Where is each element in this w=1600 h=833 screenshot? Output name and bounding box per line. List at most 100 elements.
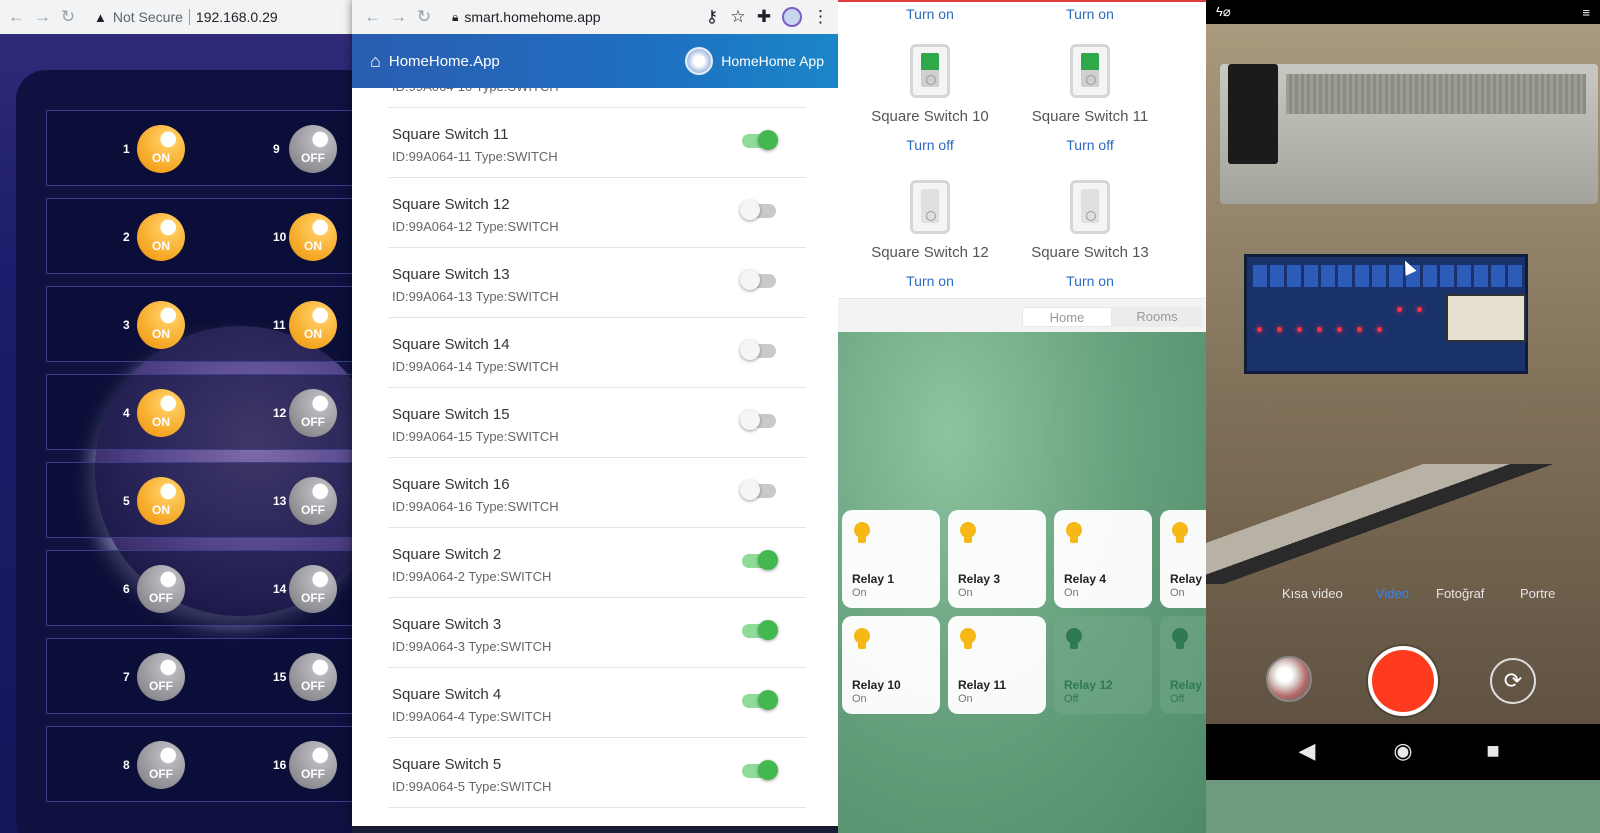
homehome-browser-window: ← → ↻ 🔒︎ smart.homehome.app ⚷ ☆ ✚ ⋮ ⌂ Ho… bbox=[352, 0, 838, 826]
relay-toggle-button[interactable]: ON bbox=[137, 301, 185, 349]
reload-icon[interactable]: ↻ bbox=[60, 7, 76, 27]
extensions-icon[interactable]: ✚ bbox=[756, 7, 772, 27]
accessory-tile[interactable]: Relay Off bbox=[1160, 616, 1206, 714]
switch-action-link[interactable]: Turn on bbox=[1008, 273, 1172, 289]
relay-toggle-button[interactable]: ON bbox=[137, 477, 185, 525]
device-toggle-switch[interactable] bbox=[742, 690, 778, 710]
accessory-name: Relay 4 bbox=[1064, 572, 1107, 586]
device-toggle-switch[interactable] bbox=[742, 760, 778, 780]
relay-number: 9 bbox=[273, 142, 280, 156]
profile-avatar[interactable] bbox=[782, 7, 802, 27]
relay-row: 1 ON 9 OFF bbox=[46, 110, 352, 186]
relay-number: 4 bbox=[123, 406, 130, 420]
mode-portrait[interactable]: Portre bbox=[1520, 586, 1555, 601]
device-name: Square Switch 16 bbox=[392, 476, 510, 493]
back-icon[interactable]: ← bbox=[8, 7, 25, 27]
device-list-item: Square Switch 13 ID:99A064-13 Type:SWITCH bbox=[388, 248, 806, 318]
mode-short-video[interactable]: Kısa video bbox=[1282, 586, 1343, 601]
turn-on-link[interactable]: Turn on bbox=[848, 6, 1012, 22]
accessory-state: On bbox=[852, 587, 867, 599]
device-list-item: Square Switch 3 ID:99A064-3 Type:SWITCH bbox=[388, 598, 806, 668]
mode-photo[interactable]: Fotoğraf bbox=[1436, 586, 1484, 601]
relay-toggle-button[interactable]: OFF bbox=[137, 565, 185, 613]
accessory-tile[interactable]: Relay 3 On bbox=[948, 510, 1046, 608]
accessory-name: Relay 10 bbox=[852, 678, 901, 692]
home-icon[interactable]: ⌂ bbox=[370, 51, 381, 72]
accessory-name: Relay 12 bbox=[1064, 678, 1113, 692]
switch-tile[interactable]: Square Switch 13 Turn on bbox=[1008, 180, 1172, 289]
relay-row: 7 OFF 15 OFF bbox=[46, 638, 352, 714]
accessory-tile[interactable]: Relay 1 On bbox=[842, 510, 940, 608]
app-title[interactable]: HomeHome.App bbox=[389, 53, 500, 70]
settings-menu-icon[interactable]: ≡ bbox=[1582, 5, 1590, 20]
turn-on-link[interactable]: Turn on bbox=[1008, 6, 1172, 22]
forward-icon[interactable]: → bbox=[390, 7, 407, 27]
mode-video[interactable]: Video bbox=[1376, 586, 1409, 601]
accessory-tile[interactable]: Relay 4 On bbox=[1054, 510, 1152, 608]
relay-toggle-button[interactable]: ON bbox=[137, 389, 185, 437]
relay-toggle-button[interactable]: OFF bbox=[289, 741, 337, 789]
menu-icon[interactable]: ⋮ bbox=[812, 7, 829, 27]
address-bar[interactable]: 🔒︎ smart.homehome.app bbox=[452, 9, 694, 25]
address-bar[interactable]: ▲ Not Secure 192.168.0.29 bbox=[94, 9, 278, 25]
relay-toggle-button[interactable]: OFF bbox=[289, 125, 337, 173]
relay-toggle-button[interactable]: ON bbox=[137, 125, 185, 173]
switch-action-link[interactable]: Turn off bbox=[848, 137, 1012, 153]
led-indicator bbox=[1357, 327, 1362, 332]
address-url: 192.168.0.29 bbox=[195, 9, 278, 25]
app-header: ⌂ HomeHome.App HomeHome App bbox=[352, 34, 838, 88]
relay-row: 8 OFF 16 OFF bbox=[46, 726, 352, 802]
back-icon[interactable]: ← bbox=[364, 7, 381, 27]
device-toggle-switch[interactable] bbox=[742, 130, 778, 150]
relay-toggle-button[interactable]: OFF bbox=[289, 653, 337, 701]
accessory-tile[interactable]: Relay 12 Off bbox=[1054, 616, 1152, 714]
relay-toggle-button[interactable]: OFF bbox=[289, 389, 337, 437]
tab-rooms[interactable]: Rooms bbox=[1112, 307, 1202, 327]
record-button[interactable] bbox=[1368, 646, 1438, 716]
accessory-tile[interactable]: Relay On bbox=[1160, 510, 1206, 608]
switch-action-link[interactable]: Turn off bbox=[1008, 137, 1172, 153]
relay-toggle-button[interactable]: OFF bbox=[289, 565, 337, 613]
switch-name: Square Switch 11 bbox=[1031, 108, 1149, 125]
led-indicator bbox=[1317, 327, 1322, 332]
relay-row: 2 ON 10 ON bbox=[46, 198, 352, 274]
camera-viewfinder: Kısa video Video Fotoğraf Portre ⟳ bbox=[1206, 24, 1600, 724]
device-name: Square Switch 5 bbox=[392, 756, 502, 773]
star-icon[interactable]: ☆ bbox=[730, 7, 746, 27]
device-toggle-switch[interactable] bbox=[742, 550, 778, 570]
key-icon[interactable]: ⚷ bbox=[704, 7, 720, 27]
reload-icon[interactable]: ↻ bbox=[416, 7, 432, 27]
relay-number: 13 bbox=[273, 494, 287, 508]
switch-tile[interactable]: Square Switch 11 Turn off bbox=[1008, 44, 1172, 153]
relay-toggle-button[interactable]: OFF bbox=[137, 741, 185, 789]
lightbulb-icon bbox=[1066, 522, 1082, 543]
relay-toggle-button[interactable]: OFF bbox=[289, 477, 337, 525]
relay-toggle-button[interactable]: OFF bbox=[137, 653, 185, 701]
device-toggle-switch[interactable] bbox=[742, 620, 778, 640]
recents-nav-icon[interactable]: ■ bbox=[1478, 738, 1508, 764]
device-name: Square Switch 13 bbox=[392, 266, 510, 283]
accessory-tile[interactable]: Relay 11 On bbox=[948, 616, 1046, 714]
switch-action-link[interactable]: Turn on bbox=[848, 273, 1012, 289]
relay-block-image bbox=[1457, 265, 1471, 287]
device-toggle-switch[interactable] bbox=[740, 270, 776, 290]
forward-icon[interactable]: → bbox=[34, 7, 51, 27]
local-browser-window: ← → ↻ ▲ Not Secure 192.168.0.29 1 ON 9 OFF 2… bbox=[0, 0, 352, 833]
relay-toggle-button[interactable]: ON bbox=[289, 213, 337, 261]
gallery-thumbnail[interactable] bbox=[1266, 656, 1312, 702]
accessory-tile[interactable]: Relay 10 On bbox=[842, 616, 940, 714]
switch-camera-icon[interactable]: ⟳ bbox=[1490, 658, 1536, 704]
switch-tile[interactable]: Square Switch 12 Turn on bbox=[848, 180, 1012, 289]
device-toggle-switch[interactable] bbox=[740, 200, 776, 220]
relay-toggle-button[interactable]: ON bbox=[137, 213, 185, 261]
relay-toggle-button[interactable]: ON bbox=[289, 301, 337, 349]
switch-tile[interactable]: Square Switch 10 Turn off bbox=[848, 44, 1012, 153]
device-toggle-switch[interactable] bbox=[740, 480, 776, 500]
back-nav-icon[interactable]: ◀ bbox=[1292, 738, 1322, 764]
device-toggle-switch[interactable] bbox=[740, 340, 776, 360]
home-nav-icon[interactable]: ◉ bbox=[1388, 738, 1418, 764]
device-meta: ID:99A064-16 Type:SWITCH bbox=[392, 499, 559, 514]
tab-home[interactable]: Home bbox=[1022, 307, 1112, 327]
flash-off-icon[interactable]: ϟ⌀ bbox=[1216, 4, 1231, 20]
device-toggle-switch[interactable] bbox=[740, 410, 776, 430]
